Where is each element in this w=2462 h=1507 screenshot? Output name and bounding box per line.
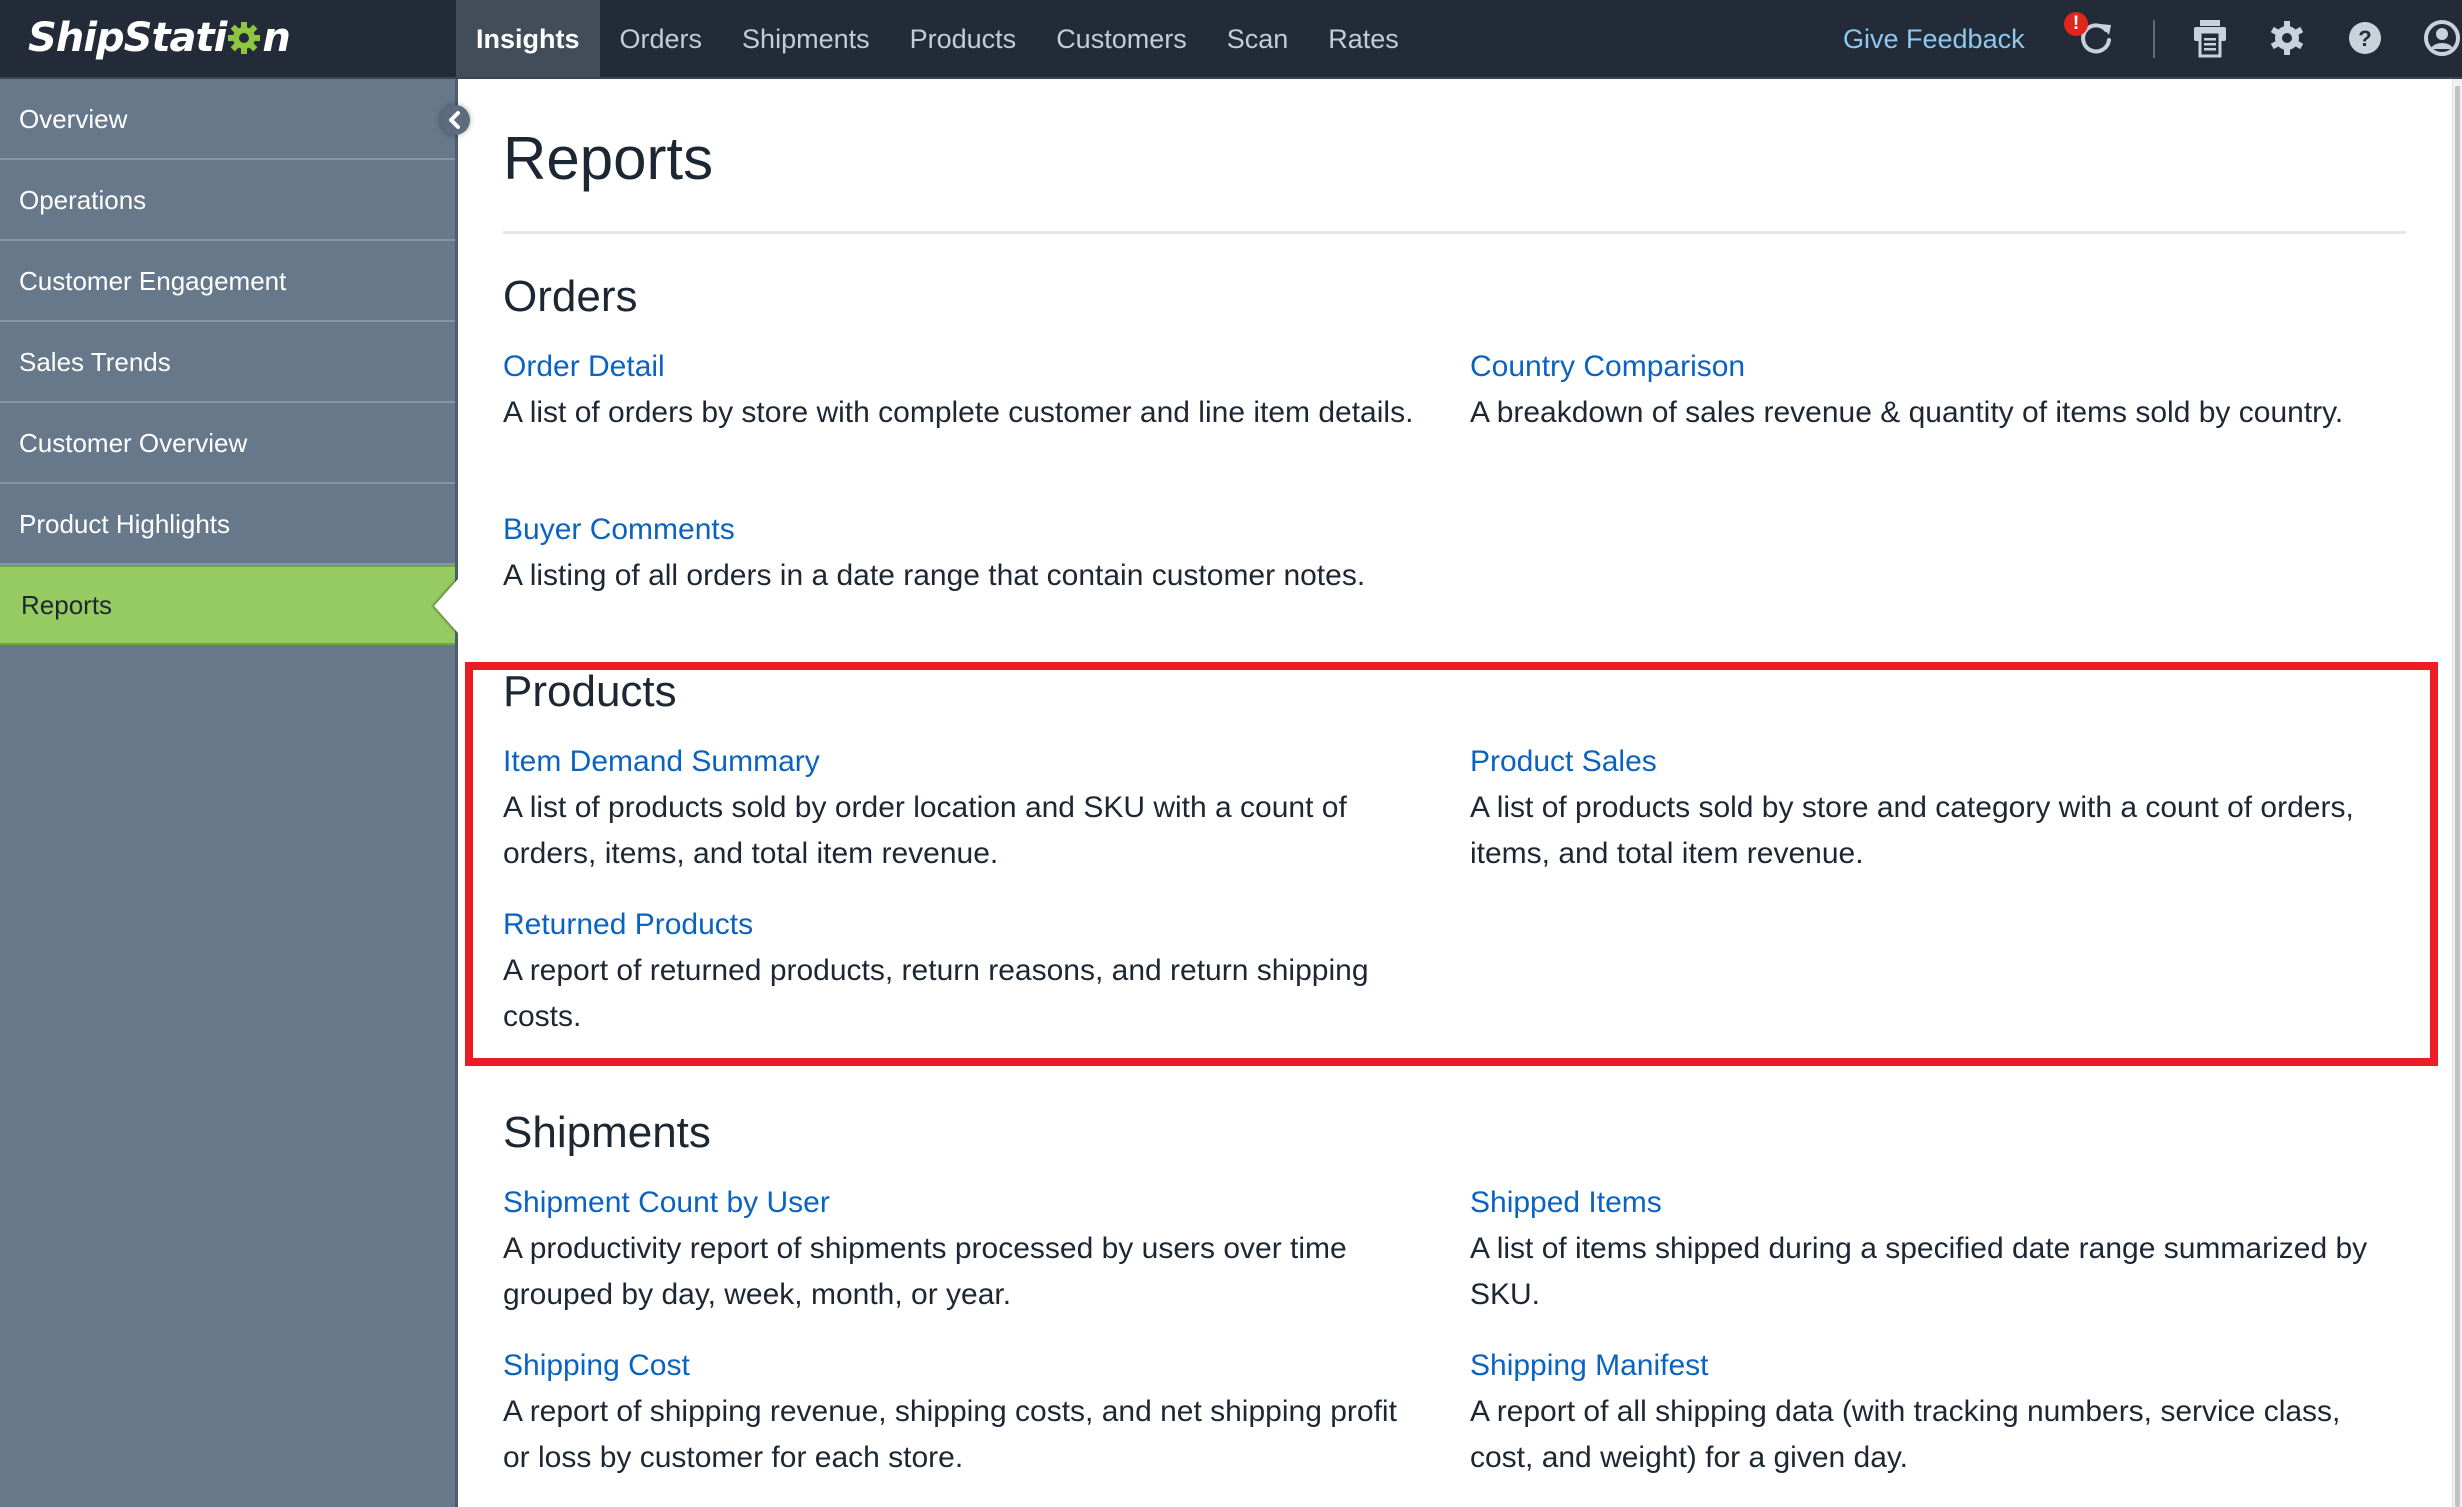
- page-title: Reports: [503, 125, 714, 192]
- logo-text-start: ShipStati: [28, 15, 227, 61]
- report-description: A list of items shipped during a specifi…: [1470, 1232, 2368, 1311]
- gear-icon: [2270, 21, 2304, 55]
- nav-tab-products[interactable]: Products: [890, 0, 1037, 77]
- top-navigation-bar: ShipStati n Insights Orders Shipments Pro…: [0, 0, 2462, 79]
- nav-tab-insights[interactable]: Insights: [456, 0, 600, 77]
- report-country-comparison: Country Comparison A breakdown of sales …: [1470, 344, 2390, 436]
- report-description: A report of returned products, return re…: [503, 954, 1369, 1033]
- logo-gear-icon: [228, 22, 261, 54]
- section-title: Products: [503, 667, 677, 716]
- sidebar-item-overview[interactable]: Overview: [0, 79, 455, 160]
- report-description: A productivity report of shipments proce…: [503, 1232, 1347, 1311]
- sidebar-item-label: Reports: [21, 590, 113, 620]
- chevron-left-icon: [449, 111, 460, 129]
- user-account-icon: [2424, 20, 2460, 56]
- report-shipped-items: Shipped Items A list of items shipped du…: [1470, 1180, 2390, 1318]
- report-link[interactable]: Country Comparison: [1470, 344, 2390, 390]
- print-button[interactable]: [2188, 16, 2232, 60]
- sidebar-item-label: Customer Engagement: [19, 266, 287, 296]
- nav-tab-orders[interactable]: Orders: [600, 0, 723, 77]
- report-description: A list of orders by store with complete …: [503, 396, 1414, 429]
- report-returned-products: Returned Products A report of returned p…: [503, 902, 1423, 1040]
- give-feedback-link[interactable]: Give Feedback: [1843, 0, 2025, 78]
- report-link[interactable]: Shipping Cost: [503, 1343, 1423, 1389]
- svg-text:?: ?: [2358, 26, 2371, 51]
- nav-tab-customers[interactable]: Customers: [1036, 0, 1207, 77]
- shipstation-logo[interactable]: ShipStati n: [28, 10, 291, 66]
- main-nav: Insights Orders Shipments Products Custo…: [456, 0, 1419, 77]
- report-description: A report of shipping revenue, shipping c…: [503, 1395, 1397, 1474]
- collapse-sidebar-button[interactable]: [440, 105, 470, 135]
- report-link[interactable]: Shipment Count by User: [503, 1180, 1423, 1226]
- report-link[interactable]: Returned Products: [503, 902, 1423, 948]
- section-title: Orders: [503, 272, 638, 321]
- report-product-sales: Product Sales A list of products sold by…: [1470, 739, 2390, 877]
- active-indicator-notch: [434, 579, 458, 633]
- sidebar-item-label: Sales Trends: [19, 347, 171, 377]
- sidebar-item-label: Overview: [19, 104, 128, 134]
- report-description: A listing of all orders in a date range …: [503, 559, 1366, 592]
- report-link[interactable]: Buyer Comments: [503, 507, 1423, 553]
- nav-tab-rates[interactable]: Rates: [1308, 0, 1419, 77]
- user-account-button[interactable]: [2420, 16, 2462, 60]
- nav-tab-shipments[interactable]: Shipments: [722, 0, 890, 77]
- alert-badge: !: [2064, 12, 2088, 36]
- report-shipment-count-by-user: Shipment Count by User A productivity re…: [503, 1180, 1423, 1318]
- logo-text-end: n: [262, 15, 291, 61]
- sidebar-item-sales-trends[interactable]: Sales Trends: [0, 322, 455, 403]
- report-link[interactable]: Item Demand Summary: [503, 739, 1423, 785]
- sidebar-item-product-highlights[interactable]: Product Highlights: [0, 484, 455, 565]
- sidebar-item-label: Product Highlights: [19, 509, 230, 539]
- report-shipping-cost: Shipping Cost A report of shipping reven…: [503, 1343, 1423, 1481]
- printer-icon: [2194, 20, 2226, 58]
- report-link[interactable]: Order Detail: [503, 344, 1423, 390]
- report-description: A breakdown of sales revenue & quantity …: [1470, 396, 2344, 429]
- help-button[interactable]: ?: [2343, 16, 2387, 60]
- help-icon: ?: [2349, 22, 2381, 54]
- insights-sidebar: Overview Operations Customer Engagement …: [0, 79, 458, 1507]
- toolbar-divider: [2153, 20, 2155, 58]
- sidebar-item-reports[interactable]: Reports: [0, 565, 458, 645]
- report-item-demand-summary: Item Demand Summary A list of products s…: [503, 739, 1423, 877]
- report-order-detail: Order Detail A list of orders by store w…: [503, 344, 1423, 436]
- report-link[interactable]: Shipped Items: [1470, 1180, 2390, 1226]
- settings-button[interactable]: [2265, 16, 2309, 60]
- report-buyer-comments: Buyer Comments A listing of all orders i…: [503, 507, 1423, 599]
- report-description: A list of products sold by store and cat…: [1470, 791, 2354, 870]
- report-link[interactable]: Shipping Manifest: [1470, 1343, 2390, 1389]
- scrollbar-thumb[interactable]: [2455, 86, 2460, 1507]
- report-link[interactable]: Product Sales: [1470, 739, 2390, 785]
- sidebar-item-customer-overview[interactable]: Customer Overview: [0, 403, 455, 484]
- section-title: Shipments: [503, 1108, 711, 1157]
- sidebar-item-customer-engagement[interactable]: Customer Engagement: [0, 241, 455, 322]
- report-shipping-manifest: Shipping Manifest A report of all shippi…: [1470, 1343, 2390, 1481]
- sidebar-item-operations[interactable]: Operations: [0, 160, 455, 241]
- title-divider: [503, 231, 2406, 234]
- nav-tab-scan[interactable]: Scan: [1207, 0, 1309, 77]
- sidebar-item-label: Operations: [19, 185, 147, 215]
- report-description: A list of products sold by order locatio…: [503, 791, 1347, 870]
- sidebar-item-label: Customer Overview: [19, 428, 248, 458]
- report-description: A report of all shipping data (with trac…: [1470, 1395, 2341, 1474]
